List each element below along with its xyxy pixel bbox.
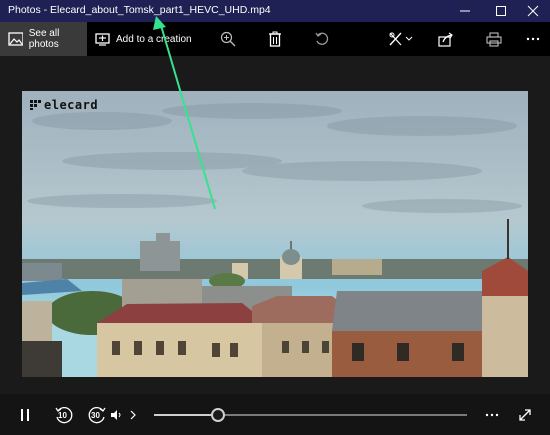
app-toolbar: See all photos Add to a creation <box>0 22 550 56</box>
edit-create-button[interactable] <box>388 22 414 56</box>
media-stage: elecard <box>0 56 550 394</box>
share-button[interactable] <box>438 22 454 56</box>
gallery-icon <box>8 32 23 46</box>
tomsk-cityscape-image <box>22 91 528 377</box>
volume-icon <box>111 410 121 420</box>
fullscreen-button[interactable] <box>514 400 536 430</box>
zoom-button[interactable] <box>220 22 236 56</box>
creation-icon <box>95 32 110 46</box>
close-button[interactable] <box>516 0 550 22</box>
maximize-icon <box>496 6 506 16</box>
chevron-right-icon <box>130 410 136 420</box>
add-to-creation-button[interactable]: Add to a creation <box>95 22 192 56</box>
rewind-seconds-label: 10 <box>58 411 67 420</box>
more-icon <box>526 37 540 41</box>
more-options-button[interactable] <box>526 22 540 56</box>
seek-bar-progress <box>154 414 217 416</box>
zoom-in-icon <box>220 31 236 47</box>
edit-create-icon <box>389 32 413 46</box>
see-all-photos-button[interactable]: See all photos <box>0 22 87 56</box>
forward-seconds-label: 30 <box>91 411 100 420</box>
elecard-logo-icon <box>30 100 41 110</box>
volume-button[interactable] <box>110 400 124 430</box>
seek-bar-thumb[interactable] <box>210 408 225 422</box>
minimize-button[interactable] <box>448 0 482 22</box>
print-button[interactable] <box>486 22 502 56</box>
video-frame[interactable]: elecard <box>22 91 528 377</box>
pause-icon <box>21 409 29 421</box>
more-icon <box>485 413 499 417</box>
rotate-button[interactable] <box>314 22 330 56</box>
see-all-photos-label: See all photos <box>28 28 60 50</box>
window-title: Photos - Elecard_about_Tomsk_part1_HEVC_… <box>8 4 271 16</box>
maximize-button[interactable] <box>484 0 518 22</box>
trash-icon <box>269 31 281 47</box>
rewind-10-button[interactable]: 10 <box>52 400 76 430</box>
delete-button[interactable] <box>268 22 282 56</box>
title-bar: Photos - Elecard_about_Tomsk_part1_HEVC_… <box>0 0 550 22</box>
forward-30-button[interactable]: 30 <box>85 400 109 430</box>
watermark-logo: elecard <box>30 98 98 112</box>
print-icon <box>486 31 502 47</box>
watermark-text: elecard <box>44 98 99 112</box>
minimize-icon <box>460 10 470 12</box>
expand-controls-button[interactable] <box>127 400 139 430</box>
share-icon <box>438 32 453 47</box>
add-to-creation-label: Add to a creation <box>116 33 192 45</box>
close-icon <box>527 5 539 17</box>
rotate-icon <box>315 32 329 45</box>
playback-controls: 10 30 <box>0 394 550 435</box>
pause-button[interactable] <box>14 400 36 430</box>
fullscreen-icon <box>519 409 531 421</box>
more-playback-options-button[interactable] <box>482 400 502 430</box>
